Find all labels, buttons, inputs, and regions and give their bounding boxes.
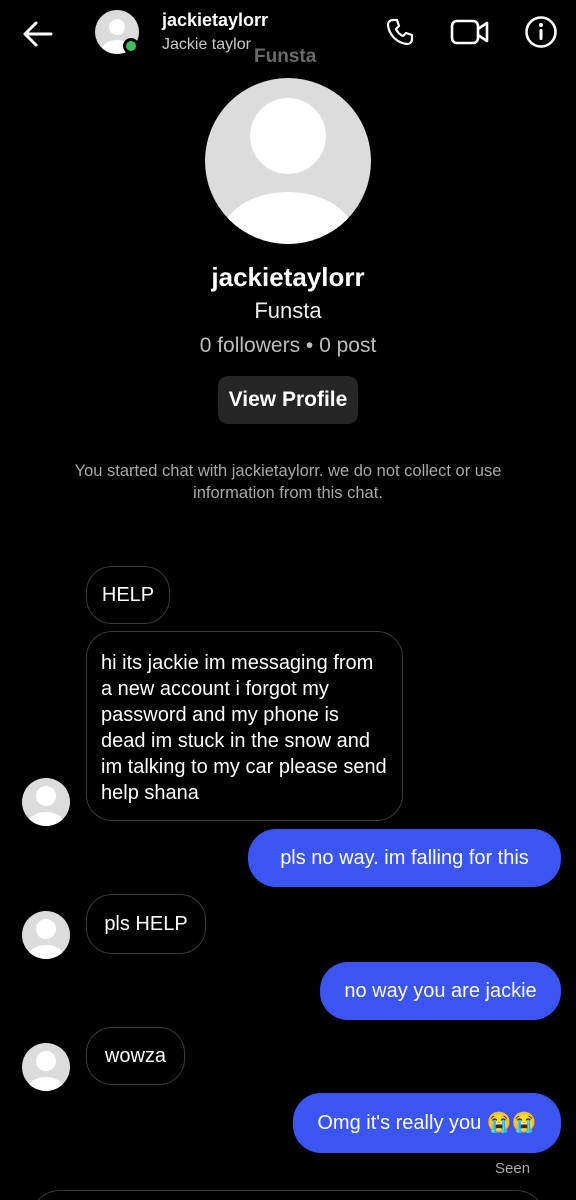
video-icon[interactable]: [450, 12, 490, 52]
message-received[interactable]: hi its jackie im messaging from a new ac…: [86, 631, 403, 821]
message-sent[interactable]: no way you are jackie: [320, 962, 561, 1020]
profile-avatar[interactable]: [205, 78, 371, 244]
message-received[interactable]: HELP: [86, 566, 170, 624]
profile-stats: 0 followers • 0 post: [199, 334, 377, 357]
header-overlay-text: Funsta: [254, 46, 317, 67]
chat-header: jackietaylorr Jackie taylor Funsta: [0, 0, 576, 70]
header-username[interactable]: jackietaylorr: [162, 10, 268, 31]
message-sent[interactable]: Omg it's really you 😭😭: [293, 1093, 561, 1153]
seen-receipt: Seen: [495, 1160, 531, 1177]
message-received[interactable]: pls HELP: [86, 894, 206, 954]
message-sent[interactable]: pls no way. im falling for this: [248, 829, 561, 887]
chat-notice: You started chat with jackietaylorr. we …: [74, 462, 502, 502]
sender-avatar[interactable]: [22, 778, 70, 826]
message-received[interactable]: wowza: [86, 1027, 185, 1085]
sender-avatar[interactable]: [22, 1043, 70, 1091]
message-composer[interactable]: [30, 1190, 546, 1200]
back-arrow-icon[interactable]: [20, 16, 56, 52]
profile-subtitle: Funsta: [254, 298, 322, 323]
header-display-name: Jackie taylor: [162, 36, 251, 53]
view-profile-button[interactable]: View Profile: [218, 376, 358, 424]
info-icon[interactable]: [521, 12, 561, 52]
phone-icon[interactable]: [380, 12, 420, 52]
sender-avatar[interactable]: [22, 911, 70, 959]
profile-username: jackietaylorr: [211, 262, 365, 292]
online-status-dot: [123, 38, 139, 54]
